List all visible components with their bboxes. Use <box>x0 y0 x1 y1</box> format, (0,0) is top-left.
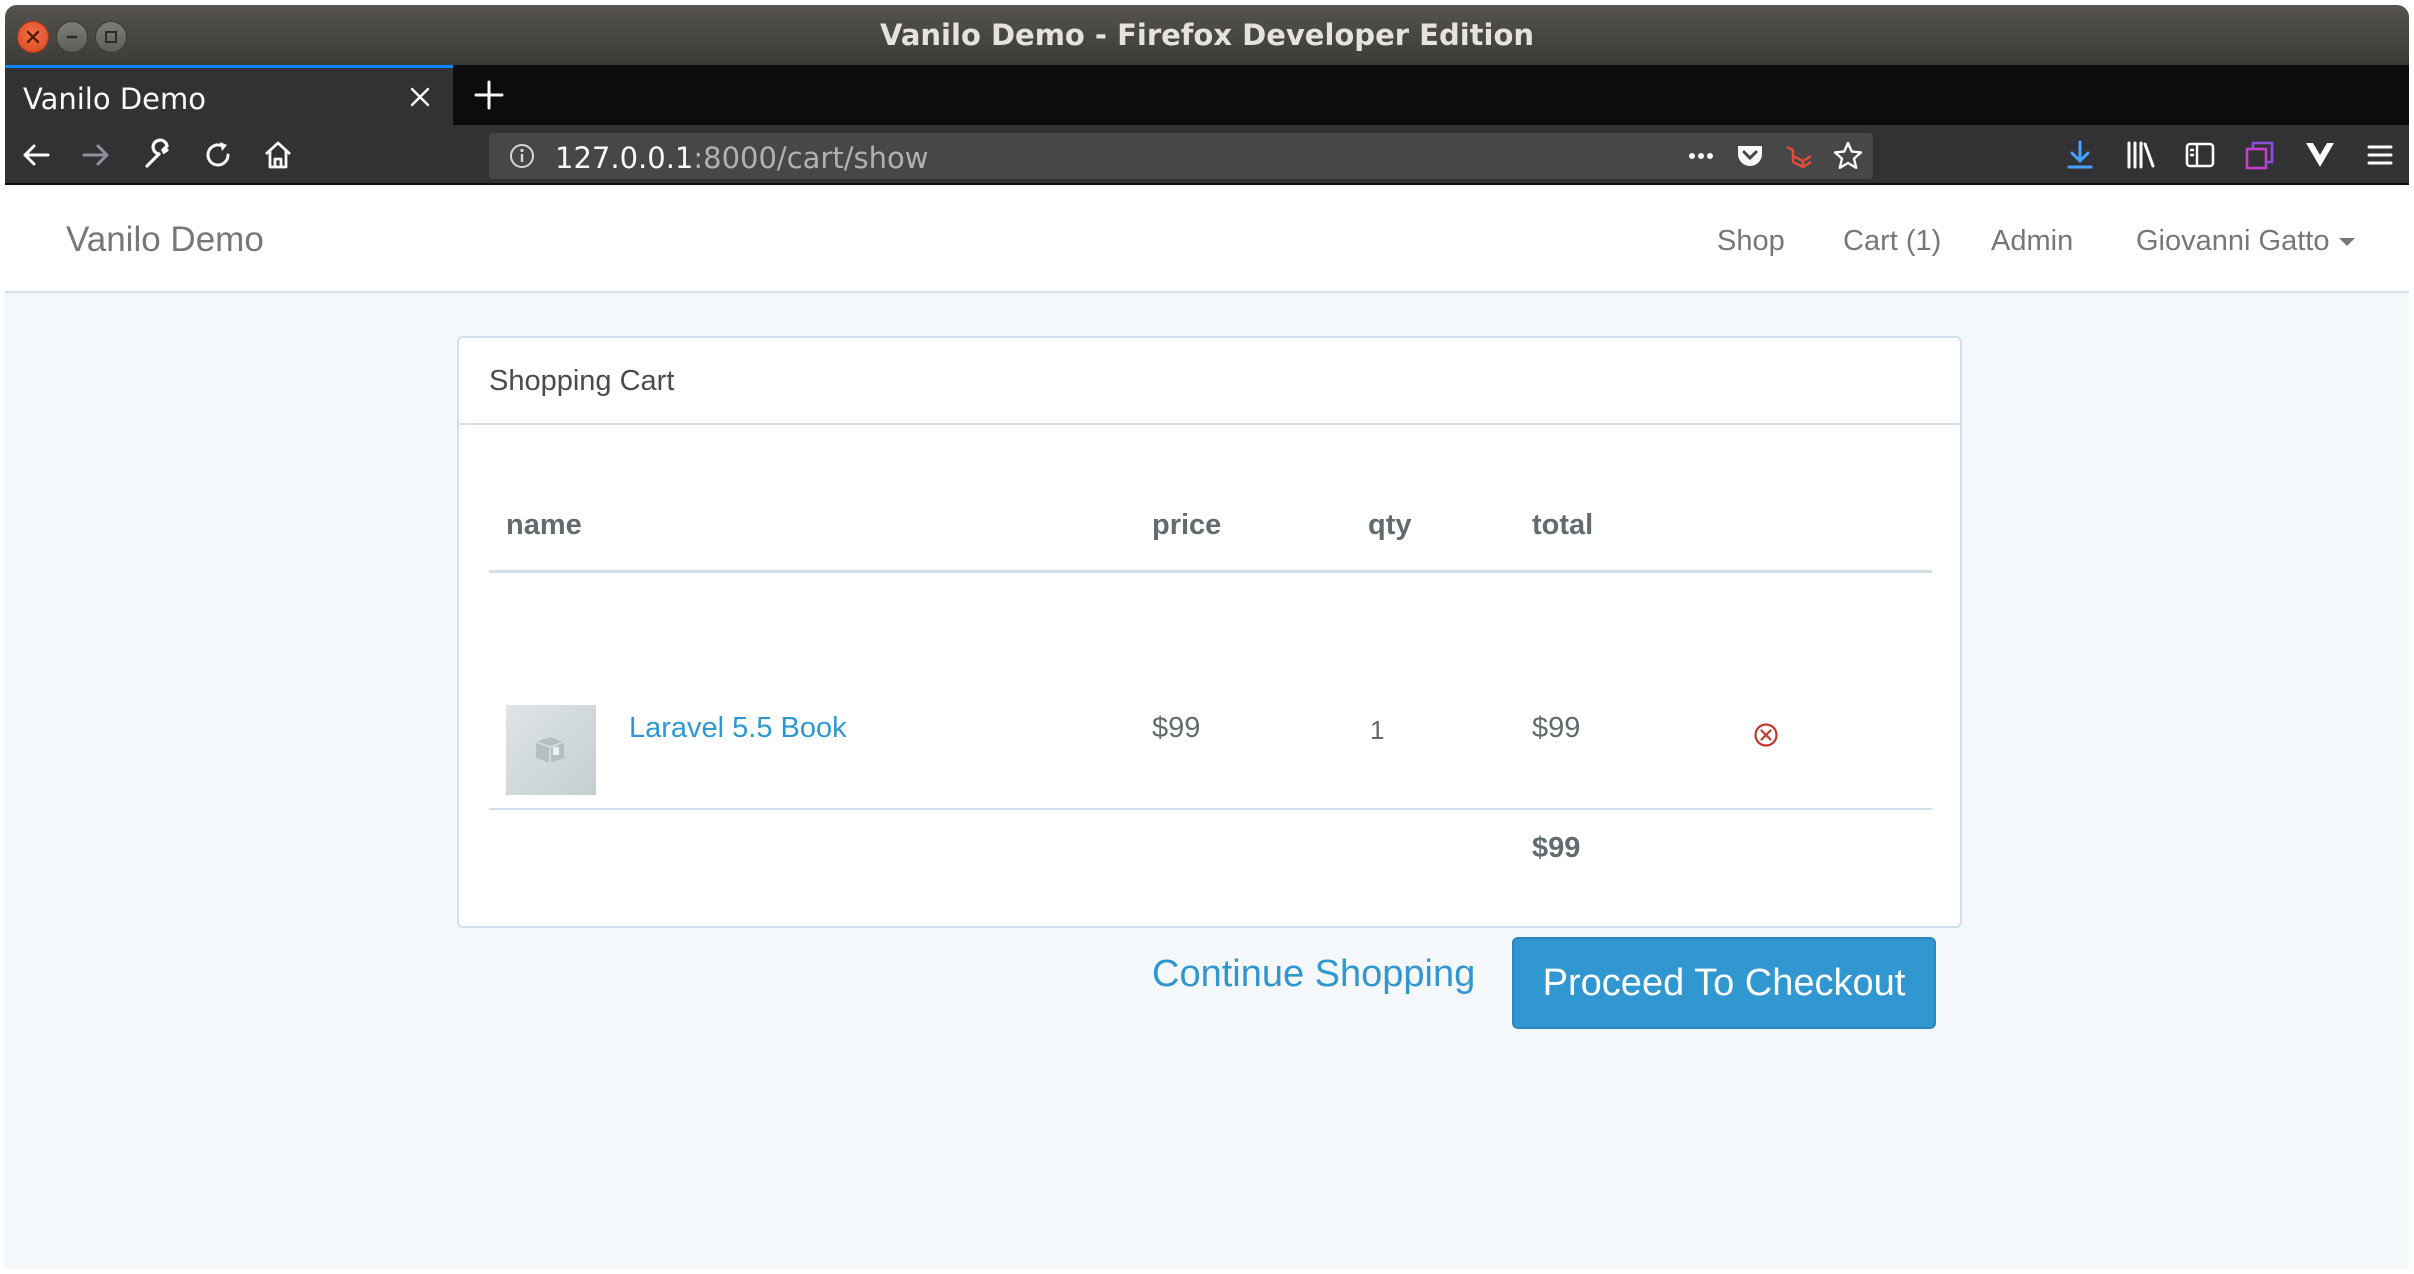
new-tab-icon[interactable] <box>471 77 507 113</box>
hamburger-menu-icon[interactable] <box>2363 138 2397 172</box>
containers-icon[interactable] <box>2243 138 2277 172</box>
browser-window: Vanilo Demo - Firefox Developer Edition … <box>5 5 2409 1269</box>
column-header-total: total <box>1532 509 1594 541</box>
url-host: 127.0.0.1 <box>555 141 694 175</box>
window-title: Vanilo Demo - Firefox Developer Edition <box>879 18 1535 52</box>
bookmark-star-icon[interactable] <box>1832 140 1864 172</box>
cart-grand-total: $99 <box>1532 832 1581 864</box>
user-menu-dropdown[interactable]: Giovanni Gatto <box>2136 225 2356 258</box>
url-text: 127.0.0.1:8000/cart/show <box>555 141 928 175</box>
item-price: $99 <box>1152 712 1201 744</box>
continue-shopping-link[interactable]: Continue Shopping <box>1152 953 1475 996</box>
cart-title: Shopping Cart <box>489 365 675 397</box>
reload-icon[interactable] <box>201 138 235 172</box>
item-total: $99 <box>1532 712 1581 744</box>
tab-label: Vanilo Demo <box>23 82 206 116</box>
product-thumbnail[interactable] <box>506 705 596 795</box>
page-actions-icon[interactable] <box>1685 140 1717 172</box>
nav-link-shop[interactable]: Shop <box>1717 225 1785 258</box>
nav-link-admin[interactable]: Admin <box>1991 225 2073 258</box>
home-icon[interactable] <box>261 138 295 172</box>
product-box-icon <box>535 737 565 763</box>
wrench-icon[interactable] <box>141 138 175 172</box>
table-header-divider <box>489 570 1932 573</box>
sidebar-icon[interactable] <box>2183 138 2217 172</box>
column-header-name: name <box>506 509 582 541</box>
tab-strip: Vanilo Demo <box>5 65 2409 125</box>
proceed-to-checkout-button[interactable]: Proceed To Checkout <box>1512 937 1936 1029</box>
remove-item-icon[interactable] <box>1752 721 1780 749</box>
tab-vanilo-demo[interactable]: Vanilo Demo <box>5 65 453 125</box>
caret-down-icon <box>2339 238 2356 247</box>
column-header-price: price <box>1152 509 1222 541</box>
library-icon[interactable] <box>2123 138 2157 172</box>
laravel-extension-icon[interactable] <box>1783 140 1815 172</box>
web-page: Vanilo Demo Shop Cart (1) Admin Giovanni… <box>5 187 2409 1269</box>
tab-close-icon[interactable] <box>407 84 433 110</box>
site-navbar: Vanilo Demo Shop Cart (1) Admin Giovanni… <box>5 187 2409 293</box>
site-brand[interactable]: Vanilo Demo <box>66 220 264 260</box>
user-name: Giovanni Gatto <box>2136 225 2330 257</box>
browser-toolbar: 127.0.0.1:8000/cart/show <box>5 125 2409 185</box>
nav-link-cart[interactable]: Cart (1) <box>1843 225 1941 258</box>
item-qty: 1 <box>1370 715 1385 745</box>
site-info-icon[interactable] <box>507 141 537 171</box>
cart-panel-heading: Shopping Cart <box>459 338 1960 425</box>
product-link[interactable]: Laravel 5.5 Book <box>629 712 847 745</box>
downloads-icon[interactable] <box>2063 138 2097 172</box>
url-path: :8000/cart/show <box>693 141 929 175</box>
vue-devtools-icon[interactable] <box>2303 138 2337 172</box>
column-header-qty: qty <box>1368 509 1412 541</box>
back-icon[interactable] <box>19 138 53 172</box>
row-divider <box>489 808 1932 810</box>
cart-panel: Shopping Cart name price qty total Larav… <box>457 336 1962 1029</box>
window-titlebar: Vanilo Demo - Firefox Developer Edition <box>5 5 2409 65</box>
forward-icon[interactable] <box>79 138 113 172</box>
pocket-icon[interactable] <box>1734 140 1766 172</box>
url-bar[interactable]: 127.0.0.1:8000/cart/show <box>489 133 1873 179</box>
